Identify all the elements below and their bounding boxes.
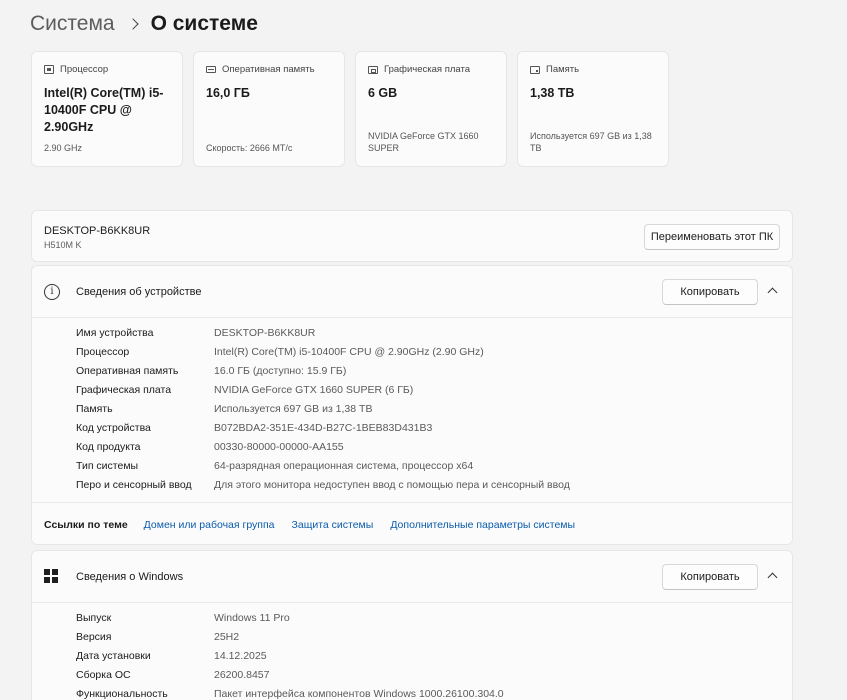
spec-key: Процессор bbox=[76, 346, 130, 358]
spec-value: Используется 697 GB из 1,38 ТВ bbox=[214, 403, 373, 415]
spec-card-processor: Процессор Intel(R) Core(TM) i5-10400F CP… bbox=[31, 51, 183, 167]
spec-row: Перо и сенсорный ввод Для этого монитора … bbox=[32, 476, 792, 495]
spec-card-ram: Оперативная память 16,0 ГБ Скорость: 266… bbox=[193, 51, 345, 167]
spec-key: Перо и сенсорный ввод bbox=[76, 479, 192, 491]
link-advanced-system-settings[interactable]: Дополнительные параметры системы bbox=[390, 519, 575, 531]
spec-row: Оперативная память 16.0 ГБ (доступно: 15.… bbox=[32, 362, 792, 381]
spec-row: Функциональность Пакет интерфейса компоне… bbox=[32, 685, 792, 700]
device-name: DESKTOP-B6KK8UR bbox=[44, 225, 151, 237]
spec-card-gpu: Графическая плата 6 GB NVIDIA GeForce GT… bbox=[355, 51, 507, 167]
card-subtext: NVIDIA GeForce GTX 1660 SUPER bbox=[368, 131, 479, 153]
windows-specs-list: Выпуск Windows 11 Pro Версия 25H2 Дата уст… bbox=[32, 603, 792, 700]
device-specs-section: i Сведения об устройстве Копировать Имя … bbox=[31, 265, 793, 545]
windows-specs-section: Сведения о Windows Копировать Выпуск Wind… bbox=[31, 550, 793, 700]
related-links-bar: Ссылки по теме Домен или рабочая группа … bbox=[32, 502, 792, 546]
spec-value: DESKTOP-B6KK8UR bbox=[214, 327, 316, 339]
card-value: 1,38 ТВ bbox=[530, 86, 575, 100]
spec-row: Графическая плата NVIDIA GeForce GTX 1660… bbox=[32, 381, 792, 400]
windows-logo-icon bbox=[44, 569, 58, 583]
spec-key: Оперативная память bbox=[76, 365, 179, 377]
spec-row: Тип системы 64-разрядная операционная сис… bbox=[32, 457, 792, 476]
spec-value: 25H2 bbox=[214, 631, 240, 643]
spec-row: Выпуск Windows 11 Pro bbox=[32, 609, 792, 628]
breadcrumb: Система О системе bbox=[30, 8, 258, 40]
spec-value: Windows 11 Pro bbox=[214, 612, 290, 624]
copy-device-specs-button[interactable]: Копировать bbox=[662, 279, 758, 305]
spec-key: Память bbox=[76, 403, 113, 415]
card-value: Intel(R) Core(TM) i5-10400F CPU @ 2.90GH… bbox=[44, 86, 164, 134]
spec-key: Функциональность bbox=[76, 688, 168, 700]
spec-key: Версия bbox=[76, 631, 112, 643]
info-icon: i bbox=[44, 284, 60, 300]
gpu-icon bbox=[368, 65, 378, 74]
chevron-up-icon[interactable] bbox=[767, 572, 778, 583]
spec-value: Пакет интерфейса компонентов Windows 100… bbox=[214, 688, 504, 700]
spec-row: Версия 25H2 bbox=[32, 628, 792, 647]
storage-icon bbox=[530, 65, 540, 74]
spec-value: 26200.8457 bbox=[214, 669, 270, 681]
cpu-icon bbox=[44, 65, 54, 74]
chevron-up-icon[interactable] bbox=[767, 287, 778, 298]
spec-key: Графическая плата bbox=[76, 384, 172, 396]
spec-value: Intel(R) Core(TM) i5-10400F CPU @ 2.90GH… bbox=[214, 346, 484, 358]
rename-pc-button[interactable]: Переименовать этот ПК bbox=[644, 224, 780, 250]
spec-key: Код устройства bbox=[76, 422, 151, 434]
spec-row: Имя устройства DESKTOP-B6KK8UR bbox=[32, 324, 792, 343]
page-title: О системе bbox=[150, 12, 258, 35]
spec-card-storage: Память 1,38 ТВ Используется 697 GB из 1,… bbox=[517, 51, 669, 167]
chevron-right-icon bbox=[126, 18, 139, 30]
spec-row: Память Используется 697 GB из 1,38 ТВ bbox=[32, 400, 792, 419]
spec-value: Для этого монитора недоступен ввод с пом… bbox=[214, 479, 570, 491]
section-title: Сведения об устройстве bbox=[76, 286, 202, 298]
device-specs-header[interactable]: i Сведения об устройстве Копировать bbox=[32, 266, 792, 318]
card-subtext: Используется 697 GB из 1,38 ТВ bbox=[530, 131, 652, 153]
spec-value: 00330-80000-00000-AA155 bbox=[214, 441, 344, 453]
info-icon-wrap: i bbox=[44, 284, 60, 300]
spec-key: Тип системы bbox=[76, 460, 139, 472]
windows-icon-wrap bbox=[44, 569, 58, 583]
spec-value: 14.12.2025 bbox=[214, 650, 267, 662]
spec-key: Дата установки bbox=[76, 650, 151, 662]
device-name-bar: DESKTOP-B6KK8UR H510M K Переименовать эт… bbox=[31, 210, 793, 262]
card-label: Память bbox=[546, 64, 580, 75]
card-value: 16,0 ГБ bbox=[206, 86, 250, 100]
spec-key: Имя устройства bbox=[76, 327, 154, 339]
spec-value: B072BDA2-351E-434D-B27C-1BEB83D431B3 bbox=[214, 422, 433, 434]
device-model: H510M K bbox=[44, 240, 82, 250]
spec-row: Сборка ОС 26200.8457 bbox=[32, 666, 792, 685]
card-label: Процессор bbox=[60, 64, 109, 75]
spec-value: 64-разрядная операционная система, проце… bbox=[214, 460, 474, 472]
card-subtext: Скорость: 2666 МТ/с bbox=[206, 143, 293, 153]
spec-value: 16.0 ГБ (доступно: 15.9 ГБ) bbox=[214, 365, 347, 377]
spec-key: Код продукта bbox=[76, 441, 141, 453]
spec-cards: Процессор Intel(R) Core(TM) i5-10400F CP… bbox=[31, 51, 669, 167]
copy-windows-specs-button[interactable]: Копировать bbox=[662, 564, 758, 590]
spec-row: Процессор Intel(R) Core(TM) i5-10400F CPU… bbox=[32, 343, 792, 362]
section-title: Сведения о Windows bbox=[76, 571, 184, 583]
windows-specs-header[interactable]: Сведения о Windows Копировать bbox=[32, 551, 792, 603]
spec-row: Код устройства B072BDA2-351E-434D-B27C-1B… bbox=[32, 419, 792, 438]
spec-key: Сборка ОС bbox=[76, 669, 131, 681]
breadcrumb-parent-system[interactable]: Система bbox=[30, 12, 115, 36]
link-domain-workgroup[interactable]: Домен или рабочая группа bbox=[144, 519, 275, 531]
card-subtext: 2.90 GHz bbox=[44, 143, 83, 153]
card-label: Оперативная память bbox=[222, 64, 315, 75]
spec-row: Код продукта 00330-80000-00000-AA155 bbox=[32, 438, 792, 457]
related-links-label: Ссылки по теме bbox=[44, 518, 128, 531]
spec-row: Дата установки 14.12.2025 bbox=[32, 647, 792, 666]
card-value: 6 GB bbox=[368, 86, 398, 100]
ram-icon bbox=[206, 66, 216, 73]
spec-value: NVIDIA GeForce GTX 1660 SUPER (6 ГБ) bbox=[214, 384, 414, 396]
card-label: Графическая плата bbox=[384, 64, 471, 75]
device-specs-list: Имя устройства DESKTOP-B6KK8UR Процессор I… bbox=[32, 318, 792, 495]
spec-key: Выпуск bbox=[76, 612, 112, 624]
link-system-protection[interactable]: Защита системы bbox=[292, 519, 374, 531]
